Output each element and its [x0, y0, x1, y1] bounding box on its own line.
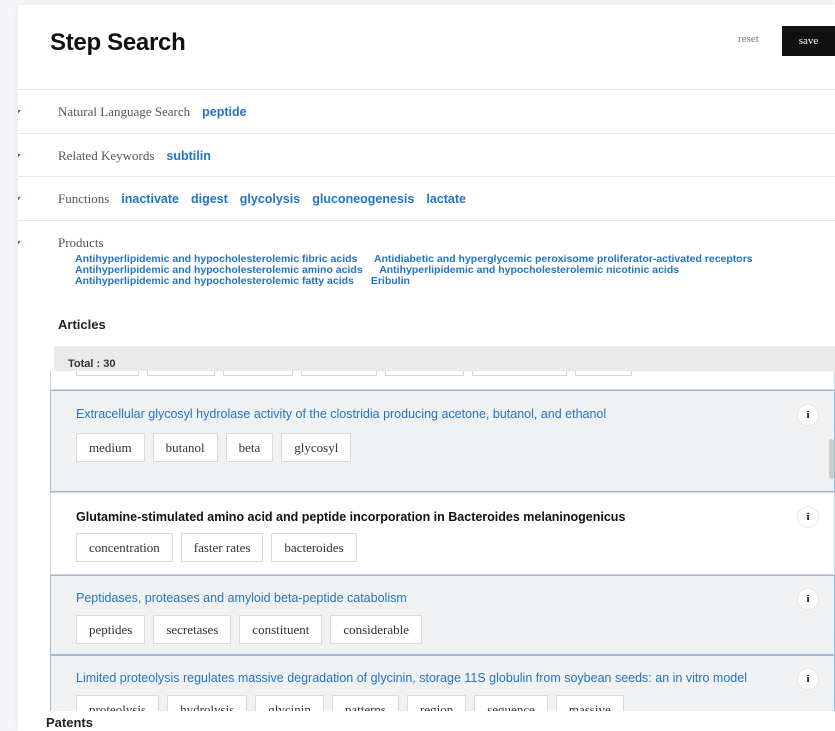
info-icon[interactable]: i [798, 507, 818, 527]
criteria-row-nls[interactable]: ✔ Natural Language Search peptide [18, 89, 835, 133]
check-icon: ✔ [18, 193, 22, 210]
articles-list[interactable]: protein proteins universe processes regu… [50, 371, 835, 711]
article-tag[interactable]: bacteroides [271, 533, 357, 562]
article-tag[interactable]: peptides [76, 615, 146, 644]
criteria-row-related[interactable]: ✔ Related Keywords subtilin [18, 133, 835, 176]
article-tag[interactable]: lysine [574, 371, 632, 376]
function-keyword[interactable]: gluconeogenesis [312, 192, 414, 206]
function-keyword[interactable]: inactivate [121, 192, 179, 206]
article-tag[interactable]: butanol [152, 433, 218, 462]
article-tag[interactable]: protein [76, 371, 139, 376]
article-card[interactable]: Limited proteolysis regulates massive de… [50, 655, 835, 711]
articles-heading: Articles [58, 317, 106, 332]
article-tag[interactable]: hydrolysis [167, 695, 248, 711]
article-tag[interactable]: universe [222, 371, 293, 376]
total-count: Total : 30 [68, 358, 116, 370]
article-title[interactable]: Extracellular glycosyl hydrolase activit… [76, 407, 606, 421]
article-title[interactable]: Peptidases, proteases and amyloid beta-p… [76, 591, 407, 605]
page-title: Step Search [50, 29, 186, 56]
scrollbar-thumb[interactable] [829, 439, 834, 479]
patents-heading: Patents [46, 715, 93, 730]
function-keyword[interactable]: glycolysis [240, 192, 300, 206]
article-tag[interactable]: concentration [76, 533, 173, 562]
article-tag[interactable]: faster rates [180, 533, 264, 562]
article-title[interactable]: Limited proteolysis regulates massive de… [76, 671, 747, 685]
article-tag[interactable]: patterns [331, 695, 399, 711]
article-tag[interactable]: malonylation [472, 371, 567, 376]
article-tag[interactable]: region [407, 695, 467, 711]
article-card[interactable]: protein proteins universe processes regu… [50, 371, 835, 390]
step-search-panel: Step Search reset save ✔ Natural Languag… [18, 5, 835, 731]
product-link[interactable]: Eribulin [371, 275, 410, 287]
article-tag[interactable]: massive [555, 695, 624, 711]
article-tag[interactable]: constituent [239, 615, 323, 644]
article-tag[interactable]: glycosyl [281, 433, 352, 462]
article-tag[interactable]: beta [225, 433, 274, 462]
criteria-row-functions[interactable]: ✔ Functions inactivate digest glycolysis… [18, 176, 835, 220]
article-tag[interactable]: processes [300, 371, 377, 376]
related-keyword[interactable]: subtilin [166, 149, 210, 163]
products-label: Products [58, 235, 104, 250]
info-icon[interactable]: i [798, 589, 818, 609]
article-title[interactable]: Glutamine-stimulated amino acid and pept… [76, 510, 625, 524]
reset-button[interactable]: reset [738, 33, 759, 45]
check-icon: ✔ [18, 237, 22, 254]
function-keyword[interactable]: digest [191, 192, 228, 206]
article-card[interactable]: Glutamine-stimulated amino acid and pept… [50, 492, 835, 575]
check-icon: ✔ [18, 150, 22, 167]
products-list: Antihyperlipidemic and hypocholesterolem… [75, 254, 835, 287]
article-tag[interactable]: secretases [153, 615, 232, 644]
article-card[interactable]: Extracellular glycosyl hydrolase activit… [50, 390, 835, 492]
article-tag[interactable]: sequence [474, 695, 548, 711]
article-tag[interactable]: proteolysis [76, 695, 160, 711]
article-tag[interactable]: regulatory [384, 371, 465, 376]
article-tag[interactable]: glycinin [255, 695, 324, 711]
nls-keyword[interactable]: peptide [202, 105, 246, 119]
functions-label: Functions [58, 191, 110, 206]
check-icon: ✔ [18, 106, 22, 123]
save-button[interactable]: save [782, 26, 835, 56]
product-link[interactable]: Antihyperlipidemic and hypocholesterolem… [75, 275, 354, 287]
article-tag[interactable]: considerable [330, 615, 423, 644]
function-keyword[interactable]: lactate [426, 192, 466, 206]
article-card[interactable]: Peptidases, proteases and amyloid beta-p… [50, 575, 835, 655]
nls-label: Natural Language Search [58, 104, 191, 119]
criteria-row-products[interactable]: ✔ Products Antihyperlipidemic and hypoch… [18, 220, 835, 300]
related-label: Related Keywords [58, 148, 155, 163]
article-tag[interactable]: proteins [146, 371, 215, 376]
product-link[interactable]: Antihyperlipidemic and hypocholesterolem… [379, 264, 679, 276]
info-icon[interactable]: i [798, 405, 818, 425]
info-icon[interactable]: i [798, 669, 818, 689]
article-tag[interactable]: medium [76, 433, 145, 462]
